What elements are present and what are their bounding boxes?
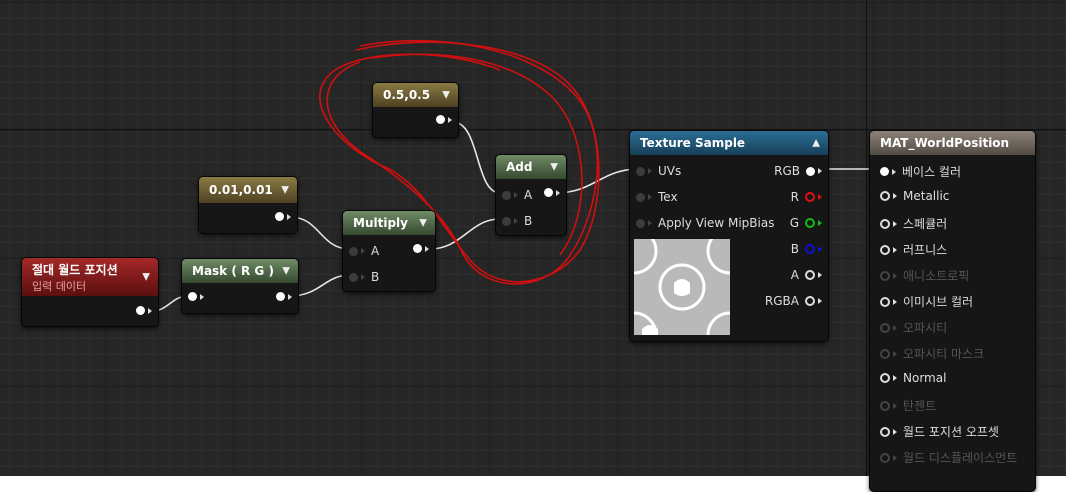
input-pin-roughness[interactable]: 러프니스 bbox=[880, 241, 947, 258]
input-pin-specular[interactable]: 스페큘러 bbox=[880, 215, 947, 232]
wire-const05-to-add-a bbox=[452, 121, 501, 194]
input-pin-metallic[interactable]: Metallic bbox=[880, 189, 949, 203]
output-pin-g[interactable]: G bbox=[790, 216, 822, 230]
output-pin[interactable] bbox=[276, 292, 292, 301]
input-pin-normal[interactable]: Normal bbox=[880, 371, 946, 385]
collapse-arrow-icon[interactable]: ▼ bbox=[442, 90, 450, 101]
input-pin[interactable] bbox=[188, 292, 204, 301]
input-pin-opacity-mask: 오파시티 마스크 bbox=[880, 345, 984, 362]
input-pin-a[interactable]: A bbox=[502, 188, 532, 202]
node-title: Multiply bbox=[353, 216, 408, 230]
constant2vector-node[interactable]: 0.01,0.01 ▼ bbox=[198, 176, 298, 234]
collapse-arrow-icon[interactable]: ▼ bbox=[142, 272, 150, 283]
collapse-arrow-icon[interactable]: ▼ bbox=[419, 218, 427, 229]
node-title: 절대 월드 포지션 bbox=[32, 262, 118, 277]
input-pin-anisotropy: 애니소트로픽 bbox=[880, 267, 969, 284]
constant2vector-node[interactable]: 0.5,0.5 ▼ bbox=[372, 82, 459, 138]
multiply-node[interactable]: Multiply ▼ A B bbox=[342, 210, 436, 292]
collapse-arrow-icon[interactable]: ▲ bbox=[812, 138, 820, 149]
wire-mask-to-multiply-b bbox=[289, 274, 351, 297]
node-title: Add bbox=[506, 160, 533, 174]
collapse-arrow-icon[interactable]: ▼ bbox=[550, 162, 558, 173]
node-subtitle: 입력 데이터 bbox=[32, 279, 87, 293]
output-pin[interactable] bbox=[136, 306, 152, 315]
output-pin-rgba[interactable]: RGBA bbox=[765, 294, 822, 308]
wire-multiply-to-add-b bbox=[429, 218, 501, 250]
input-pin-world-displacement: 월드 디스플레이스먼트 bbox=[880, 449, 1017, 466]
input-pin-b[interactable]: B bbox=[502, 214, 532, 228]
output-pin[interactable] bbox=[436, 115, 452, 124]
node-title: 0.5,0.5 bbox=[383, 88, 431, 102]
output-pin-b[interactable]: B bbox=[791, 242, 822, 256]
node-title: 0.01,0.01 bbox=[209, 183, 273, 197]
wire-const001-to-multiply-a bbox=[289, 216, 351, 250]
node-title: MAT_WorldPosition bbox=[880, 136, 1010, 150]
mask-node[interactable]: Mask ( R G ) ▼ bbox=[181, 258, 299, 314]
input-pin-world-position-offset[interactable]: 월드 포지션 오프셋 bbox=[880, 423, 999, 440]
input-pin-emissive-color[interactable]: 이미시브 컬러 bbox=[880, 293, 973, 310]
node-title: Texture Sample bbox=[640, 136, 746, 150]
input-pin-tangent: 탄젠트 bbox=[880, 397, 936, 414]
texture-preview bbox=[634, 239, 730, 335]
input-pin-opacity: 오파시티 bbox=[880, 319, 947, 336]
output-pin-a[interactable]: A bbox=[791, 268, 822, 282]
node-title: Mask ( R G ) bbox=[192, 264, 274, 278]
output-pin[interactable] bbox=[413, 244, 429, 253]
add-node[interactable]: Add ▼ A B bbox=[495, 154, 567, 236]
absolute-world-position-node[interactable]: 절대 월드 포지션 입력 데이터 ▼ bbox=[21, 257, 159, 327]
input-pin-b[interactable]: B bbox=[349, 270, 379, 284]
input-pin-uvs[interactable]: UVs bbox=[636, 164, 681, 178]
input-pin-mipbias[interactable]: Apply View MipBias bbox=[636, 216, 774, 230]
input-pin-a[interactable]: A bbox=[349, 244, 379, 258]
material-result-node[interactable]: MAT_WorldPosition 베이스 컬러 Metallic 스페큘러 러… bbox=[869, 130, 1036, 492]
collapse-arrow-icon[interactable]: ▼ bbox=[281, 185, 289, 196]
output-pin-rgb[interactable]: RGB bbox=[774, 164, 822, 178]
output-pin[interactable] bbox=[544, 188, 560, 197]
output-pin-r[interactable]: R bbox=[791, 190, 822, 204]
input-pin-base-color[interactable]: 베이스 컬러 bbox=[880, 163, 961, 180]
input-pin-tex[interactable]: Tex bbox=[636, 190, 678, 204]
collapse-arrow-icon[interactable]: ▼ bbox=[282, 266, 290, 277]
output-pin[interactable] bbox=[275, 212, 291, 221]
